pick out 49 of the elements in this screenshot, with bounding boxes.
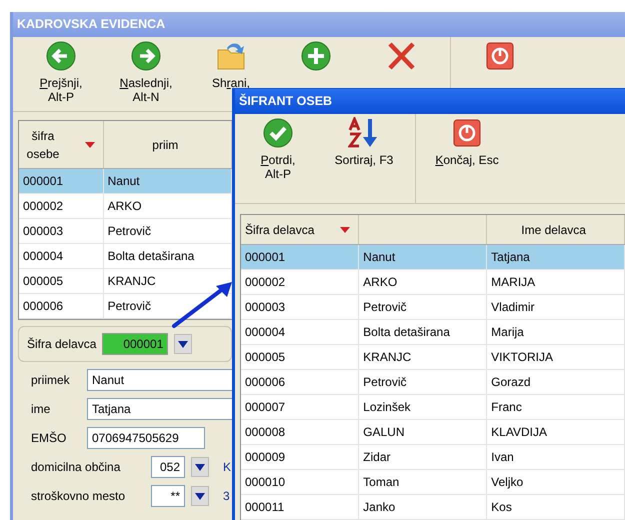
- table-cell: Toman: [359, 470, 488, 494]
- table-cell: 000002: [241, 270, 360, 294]
- dialog-title: ŠIFRANT OSEB: [235, 89, 625, 114]
- field-label: domicilna občina: [31, 459, 122, 476]
- table-cell: 000006: [241, 370, 360, 394]
- table-cell: 000003: [241, 295, 360, 319]
- table-cell: 000005: [241, 345, 360, 369]
- table-cell: Franc: [487, 395, 625, 419]
- table-cell: Petrovič: [359, 370, 488, 394]
- table-cell: Tatjana: [487, 245, 625, 269]
- window-title: KADROVSKA EVIDENCA: [13, 12, 625, 37]
- field-label: EMŠO: [31, 430, 68, 447]
- table-cell: Vladimir: [487, 295, 625, 319]
- field-label: ime: [31, 401, 52, 418]
- table-cell: Gorazd: [487, 370, 625, 394]
- table-cell: Bolta detaširana: [359, 320, 488, 344]
- table-cell: 000008: [241, 420, 360, 444]
- table-cell: Ivan: [487, 445, 625, 469]
- table-cell: MARIJA: [487, 270, 625, 294]
- table-cell: GALUN: [359, 420, 488, 444]
- table-cell: 000011: [241, 495, 360, 519]
- table-cell: Marija: [487, 320, 625, 344]
- table-cell: 000009: [241, 445, 360, 469]
- table-cell: 000007: [241, 395, 360, 419]
- table-cell: 000003: [19, 219, 104, 243]
- table-cell: KLAVDIJA: [487, 420, 625, 444]
- field-text: 3: [223, 488, 230, 505]
- table-cell: 000004: [19, 244, 104, 268]
- table-cell: 000006: [19, 294, 104, 318]
- table-cell: Janko: [359, 495, 488, 519]
- table-cell: VIKTORIJA: [487, 345, 625, 369]
- table-cell: Lozinšek: [359, 395, 488, 419]
- field-label: Šifra delavca: [27, 336, 96, 353]
- field-label: priimek: [31, 372, 71, 389]
- table-cell: ARKO: [359, 270, 488, 294]
- table-cell: Kos: [487, 495, 625, 519]
- table-cell: 000001: [241, 245, 360, 269]
- table-cell: 000001: [19, 169, 104, 193]
- table-cell: 000010: [241, 470, 360, 494]
- table-cell: 000005: [19, 269, 104, 293]
- table-cell: 000002: [19, 194, 104, 218]
- field-text: K: [223, 459, 232, 476]
- field-label: stroškovno mesto: [31, 488, 126, 505]
- table-cell: Veljko: [487, 470, 625, 494]
- table-cell: 000004: [241, 320, 360, 344]
- table-cell: Nanut: [359, 245, 488, 269]
- table-cell: KRANJC: [359, 345, 488, 369]
- table-cell: Petrovič: [359, 295, 488, 319]
- table-cell: Zidar: [359, 445, 488, 469]
